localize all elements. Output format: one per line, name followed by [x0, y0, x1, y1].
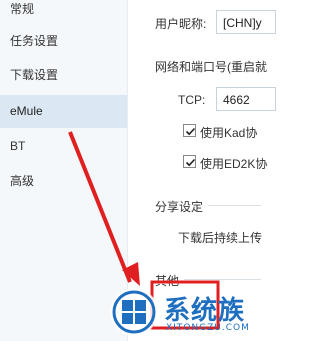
watermark-brand: 系统族 — [164, 296, 246, 326]
watermark-site: XITONGZU.COM — [166, 323, 250, 333]
